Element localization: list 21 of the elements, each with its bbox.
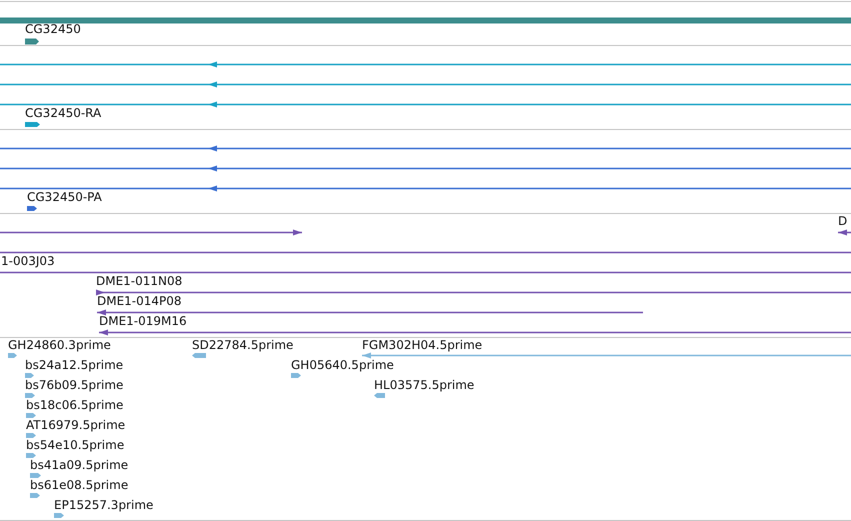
feature-label: bs24a12.5prime [25, 358, 124, 372]
feature-label: EP15257.3prime [54, 498, 154, 512]
feature-label: GH24860.3prime [8, 338, 111, 352]
feature-label: DME1-011N08 [96, 274, 182, 288]
feature-label: FGM302H04.5prime [362, 338, 482, 352]
feature-label: CG32450-RA [25, 106, 102, 120]
feature-label: DME1-019M16 [99, 314, 187, 328]
feature-label: bs76b09.5prime [25, 378, 124, 392]
feature-label: bs41a09.5prime [30, 458, 128, 472]
feature-label: D [838, 214, 848, 228]
feature-label: HL03575.5prime [374, 378, 474, 392]
feature-label: DME1-014P08 [97, 294, 182, 308]
feature-label: 1-003J03 [1, 254, 55, 268]
feature-label: CG32450-PA [27, 190, 102, 204]
feature-label: bs18c06.5prime [26, 398, 124, 412]
feature-label: bs54e10.5prime [26, 438, 124, 452]
feature-label: SD22784.5prime [192, 338, 294, 352]
feature-label: AT16979.5prime [26, 418, 126, 432]
feature-label: GH05640.5prime [291, 358, 394, 372]
feature-label: CG32450 [25, 22, 81, 36]
feature-label: bs61e08.5prime [30, 478, 128, 492]
